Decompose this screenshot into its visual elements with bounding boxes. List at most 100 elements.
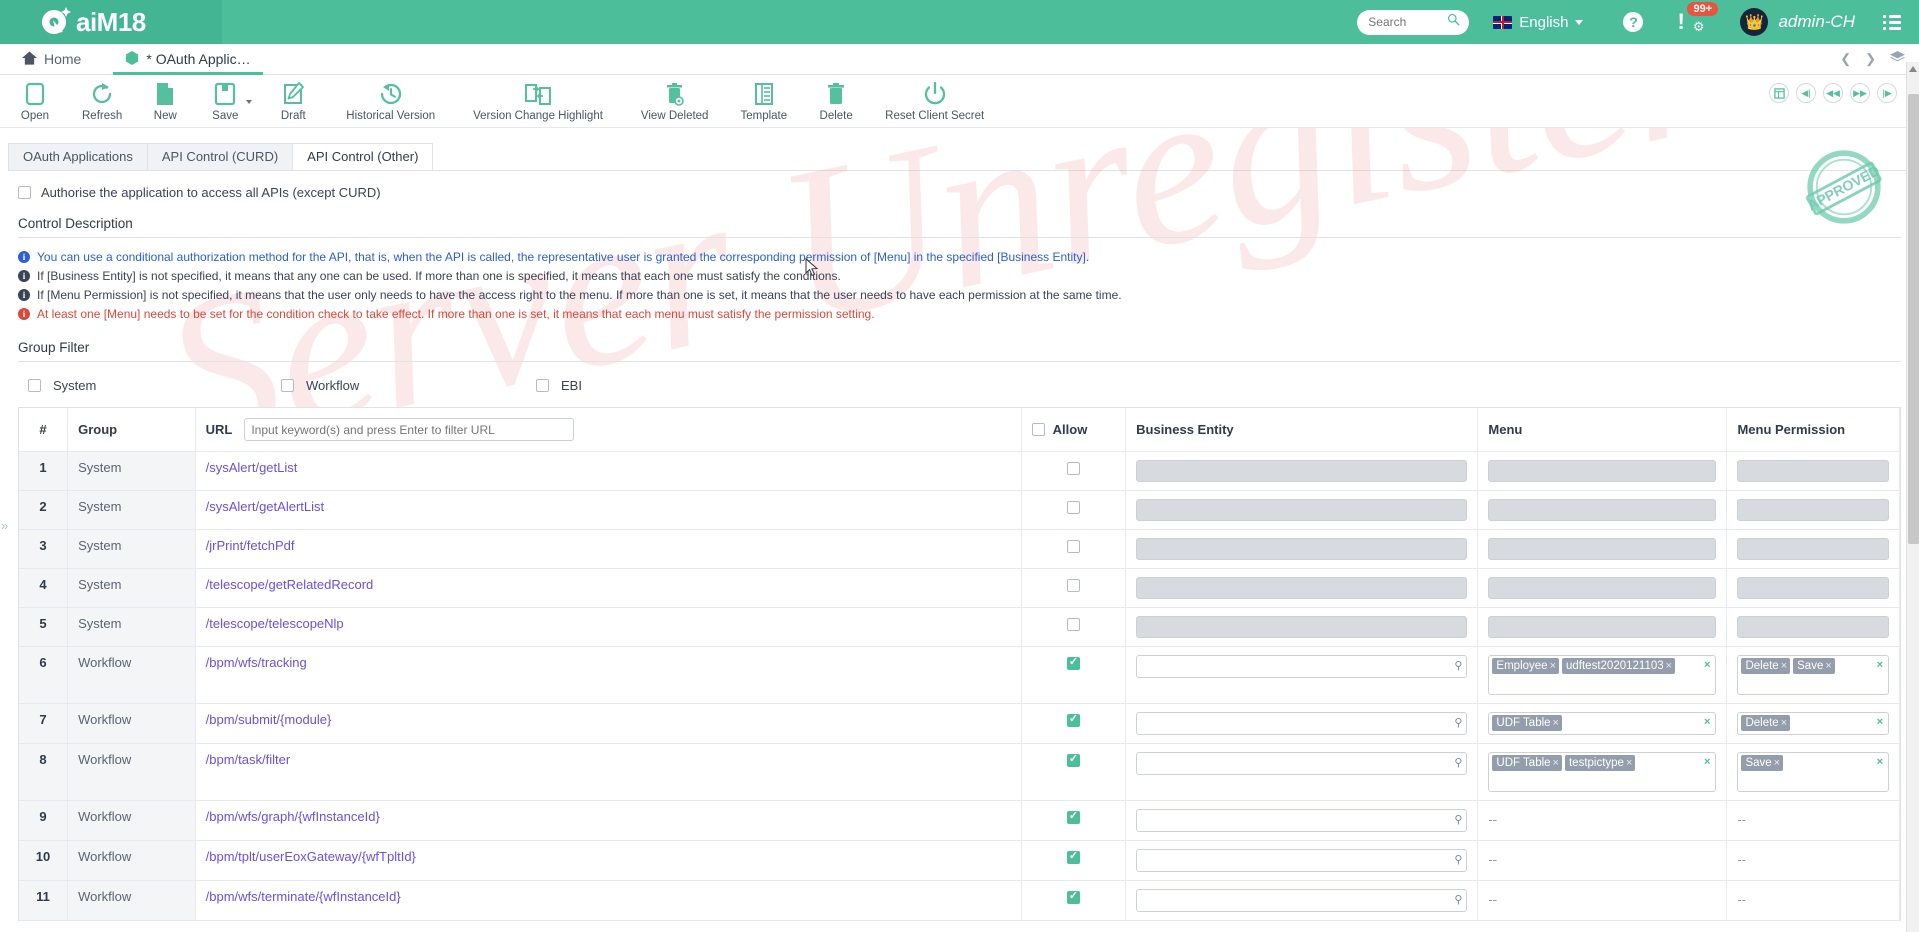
- table-row[interactable]: 5 System/telescope/telescopeNlp: [19, 607, 1900, 647]
- vertical-scrollbar[interactable]: [1906, 62, 1919, 932]
- last-record-icon[interactable]: |▶: [1877, 83, 1897, 103]
- table-row[interactable]: 2 System/sysAlert/getAlertList: [19, 490, 1900, 530]
- group-filter-workflow[interactable]: Workflow: [281, 378, 536, 393]
- save-button[interactable]: Save: [200, 81, 253, 122]
- search-icon[interactable]: ⚲: [1454, 813, 1462, 826]
- new-button[interactable]: New: [140, 81, 190, 122]
- tag-remove-icon[interactable]: ×: [1666, 659, 1672, 673]
- business-entity-input[interactable]: ⚲: [1136, 712, 1468, 735]
- table-row[interactable]: 3 System/jrPrint/fetchPdf: [19, 529, 1900, 569]
- authorise-all-apis-checkbox[interactable]: [18, 186, 31, 199]
- clear-all-icon[interactable]: ×: [1704, 756, 1710, 768]
- search-icon[interactable]: ⚲: [1454, 756, 1462, 769]
- avatar[interactable]: 👑: [1740, 8, 1769, 36]
- version-change-highlight-button[interactable]: Version Change Highlight: [465, 81, 611, 122]
- row-allow-checkbox[interactable]: [1066, 713, 1080, 728]
- row-allow-checkbox[interactable]: [1066, 850, 1080, 865]
- clear-all-icon[interactable]: ×: [1704, 659, 1710, 671]
- tag-remove-icon[interactable]: ×: [1781, 716, 1787, 730]
- template-button[interactable]: Template: [732, 81, 795, 122]
- row-allow-checkbox[interactable]: [1066, 462, 1080, 476]
- group-filter-ebi-checkbox[interactable]: [536, 379, 549, 392]
- row-url-link[interactable]: /telescope/getRelatedRecord: [206, 577, 374, 592]
- business-entity-input[interactable]: ⚲: [1136, 752, 1468, 775]
- menu-tag-input[interactable]: UDF Table × testpictype × ×: [1488, 752, 1717, 792]
- table-row[interactable]: 4 System/telescope/getRelatedRecord: [19, 568, 1900, 608]
- sidebar-item-home[interactable]: Home: [0, 44, 103, 74]
- scroll-up-icon[interactable]: [1909, 66, 1917, 72]
- menu-permission-tag-input[interactable]: Save × ×: [1737, 752, 1889, 792]
- row-allow-checkbox[interactable]: [1066, 656, 1080, 671]
- search-input[interactable]: [1366, 14, 1448, 30]
- clear-all-icon[interactable]: ×: [1877, 659, 1883, 671]
- row-allow-checkbox[interactable]: [1066, 579, 1080, 593]
- row-url-link[interactable]: /sysAlert/getList: [206, 460, 298, 475]
- tag-remove-icon[interactable]: ×: [1781, 659, 1787, 673]
- draft-button[interactable]: Draft: [268, 81, 318, 122]
- clear-all-icon[interactable]: ×: [1877, 716, 1883, 728]
- tab-api-control-curd[interactable]: API Control (CURD): [146, 143, 294, 170]
- allow-select-all-checkbox[interactable]: [1031, 423, 1045, 436]
- tag-chip[interactable]: UDF Table ×: [1492, 715, 1562, 731]
- tag-remove-icon[interactable]: ×: [1774, 756, 1780, 770]
- tag-chip[interactable]: Employee ×: [1492, 658, 1559, 674]
- row-url-link[interactable]: /bpm/submit/{module}: [206, 712, 332, 727]
- clear-all-icon[interactable]: ×: [1704, 716, 1710, 728]
- row-allow-checkbox[interactable]: [1066, 753, 1080, 768]
- chevron-left-icon[interactable]: ❮: [1840, 51, 1851, 67]
- reset-client-secret-button[interactable]: Reset Client Secret: [877, 81, 992, 122]
- tag-chip[interactable]: Delete ×: [1741, 715, 1791, 731]
- row-url-link[interactable]: /bpm/task/filter: [206, 752, 291, 767]
- tag-remove-icon[interactable]: ×: [1553, 756, 1559, 770]
- delete-button[interactable]: Delete: [811, 81, 861, 122]
- table-row[interactable]: 10 Workflow/bpm/tplt/userEoxGateway/{wfTp…: [19, 840, 1900, 881]
- list-menu-icon[interactable]: [1883, 14, 1901, 30]
- layers-icon[interactable]: [1890, 51, 1905, 67]
- group-filter-ebi[interactable]: EBI: [536, 378, 582, 393]
- row-allow-checkbox[interactable]: [1066, 618, 1080, 632]
- table-row[interactable]: 9Workflow/bpm/wfs/graph/{wfInstanceId} ⚲ -…: [19, 800, 1900, 841]
- username-label[interactable]: admin-CH: [1778, 12, 1855, 32]
- next-record-icon[interactable]: ▶▶: [1850, 83, 1870, 103]
- business-entity-input[interactable]: ⚲: [1136, 809, 1468, 832]
- url-filter-input[interactable]: [244, 418, 575, 441]
- row-url-link[interactable]: /sysAlert/getAlertList: [206, 499, 325, 514]
- group-filter-workflow-checkbox[interactable]: [281, 379, 294, 392]
- business-entity-input[interactable]: ⚲: [1136, 889, 1468, 912]
- row-allow-checkbox[interactable]: [1066, 810, 1080, 825]
- help-icon[interactable]: ?: [1623, 12, 1644, 32]
- row-allow-checkbox[interactable]: [1066, 890, 1080, 905]
- group-filter-system[interactable]: System: [18, 378, 281, 393]
- historical-version-button[interactable]: Historical Version: [338, 81, 443, 122]
- gear-icon[interactable]: ⚙: [1693, 19, 1705, 35]
- language-selector[interactable]: English: [1493, 14, 1584, 31]
- table-row[interactable]: 1 System/sysAlert/getList: [19, 451, 1900, 491]
- scrollbar-thumb[interactable]: [1908, 94, 1919, 544]
- refresh-button[interactable]: Refresh: [74, 81, 130, 122]
- search-icon[interactable]: ⚲: [1454, 853, 1462, 866]
- table-row[interactable]: 8Workflow/bpm/task/filter⚲UDF Table×test…: [19, 743, 1900, 801]
- search-icon[interactable]: ⚲: [1454, 659, 1462, 672]
- tag-remove-icon[interactable]: ×: [1626, 756, 1632, 770]
- table-row[interactable]: 11 Workflow/bpm/wfs/terminate/{wfInstance…: [19, 880, 1900, 921]
- row-url-link[interactable]: /jrPrint/fetchPdf: [206, 538, 295, 553]
- sidebar-expand-handle[interactable]: »: [1, 518, 8, 533]
- tag-chip[interactable]: Delete ×: [1741, 658, 1791, 674]
- tag-chip[interactable]: Save ×: [1741, 755, 1784, 771]
- tag-chip[interactable]: Save ×: [1793, 658, 1835, 674]
- row-allow-checkbox[interactable]: [1066, 501, 1080, 515]
- tag-chip[interactable]: testpictype ×: [1564, 755, 1636, 771]
- search-icon[interactable]: [1447, 13, 1460, 31]
- menu-tag-input[interactable]: UDF Table × ×: [1488, 712, 1717, 735]
- layout-panel-icon[interactable]: [1769, 83, 1789, 103]
- row-url-link[interactable]: /bpm/wfs/tracking: [206, 655, 307, 670]
- row-url-link[interactable]: /bpm/wfs/graph/{wfInstanceId}: [206, 809, 380, 824]
- tag-remove-icon[interactable]: ×: [1550, 659, 1556, 673]
- chevron-down-icon[interactable]: [1575, 19, 1584, 25]
- group-filter-system-checkbox[interactable]: [28, 379, 41, 392]
- tag-remove-icon[interactable]: ×: [1553, 716, 1559, 730]
- clear-all-icon[interactable]: ×: [1877, 756, 1883, 768]
- brand-logo[interactable]: aiM18: [0, 0, 222, 44]
- business-entity-input[interactable]: ⚲: [1136, 655, 1468, 678]
- tab-oauth-application[interactable]: * OAuth Applic…: [103, 44, 272, 75]
